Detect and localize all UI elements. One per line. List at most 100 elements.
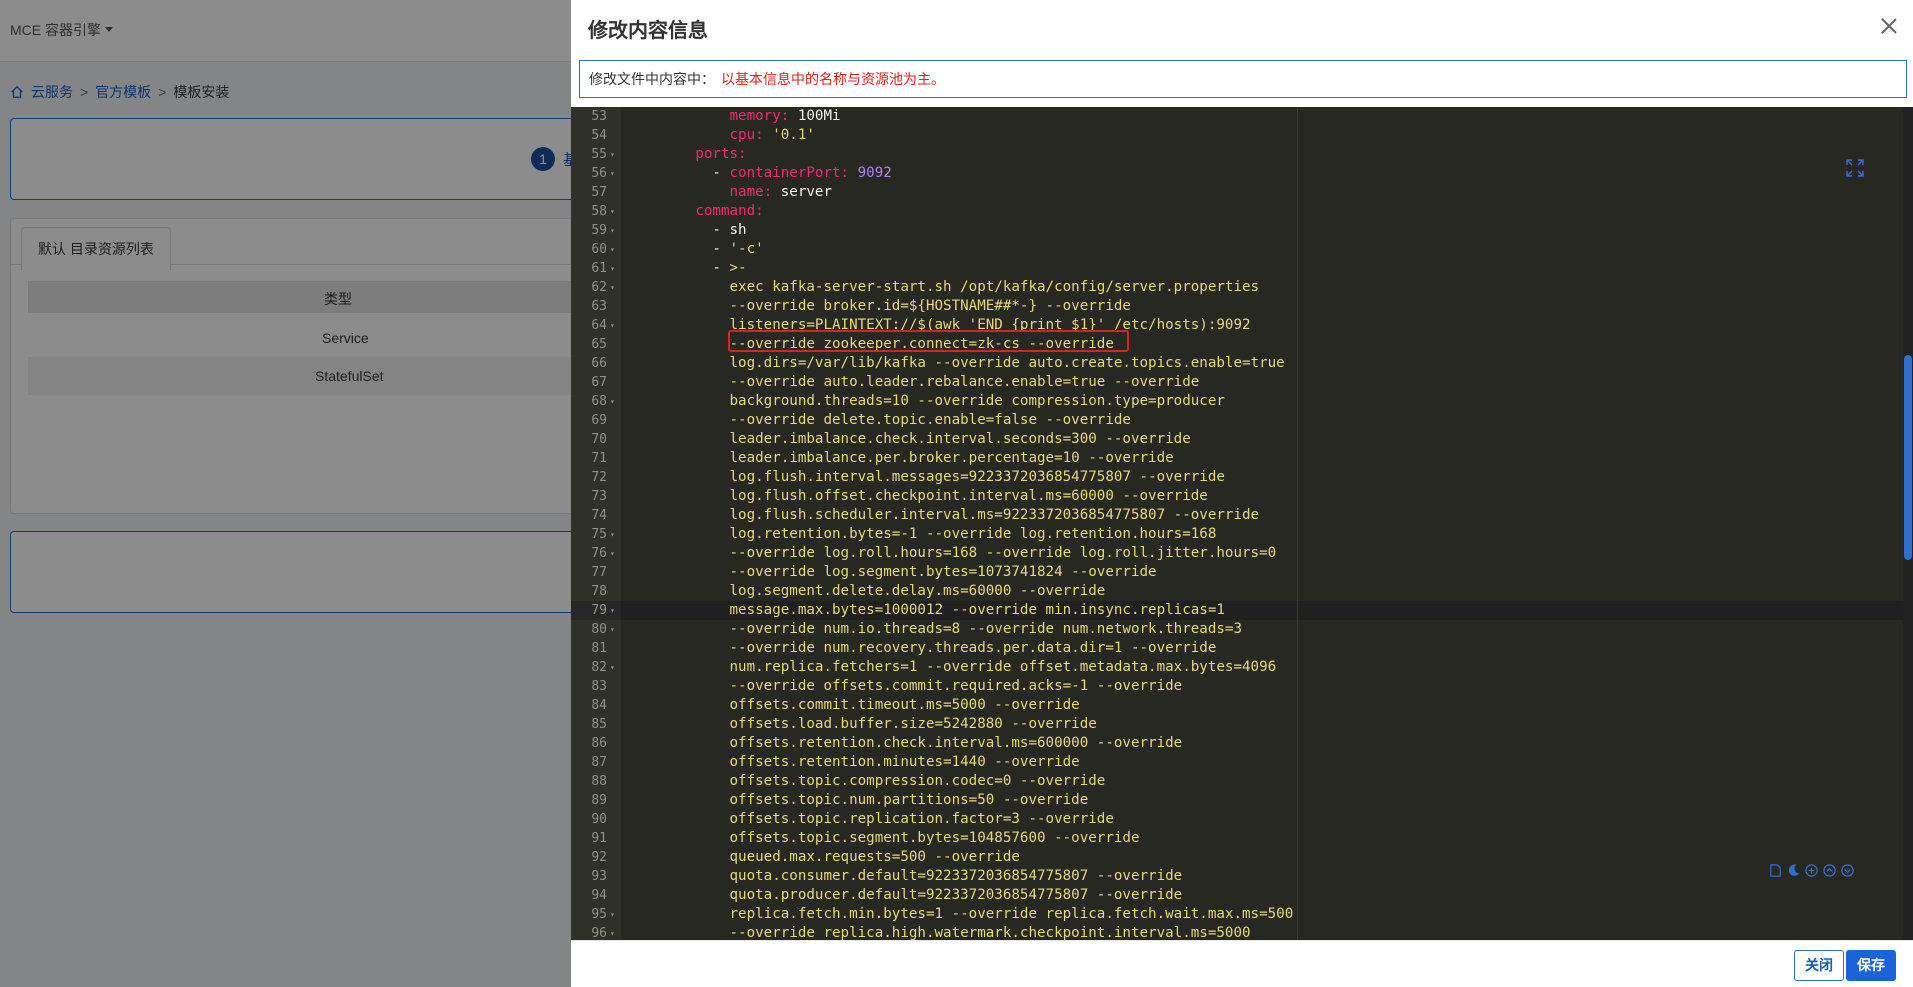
code-line[interactable]: 59 ▾ - sh (571, 221, 1913, 240)
code-line[interactable]: 84 offsets.commit.timeout.ms=5000 --over… (571, 696, 1913, 715)
scroll-up-icon[interactable] (1822, 863, 1837, 878)
fold-arrow-icon[interactable]: ▾ (610, 392, 618, 411)
close-icon[interactable] (1879, 16, 1899, 36)
fold-arrow-icon[interactable]: ▾ (610, 259, 618, 278)
moon-icon[interactable] (1786, 863, 1801, 878)
code-token: --override offsets.commit.required.acks=… (729, 678, 1183, 694)
code-line[interactable]: 56 ▾ - containerPort: 9092 (571, 164, 1913, 183)
code-line[interactable]: 53 memory: 100Mi (571, 107, 1913, 126)
fold-arrow-icon[interactable]: ▾ (610, 924, 618, 940)
code-line[interactable]: 76 ▾ --override log.roll.hours=168 --over… (571, 544, 1913, 563)
line-number: 95 (591, 907, 607, 922)
code-line[interactable]: 87 offsets.retention.minutes=1440 --over… (571, 753, 1913, 772)
code-text: --override log.segment.bytes=1073741824 … (627, 563, 1157, 582)
line-number: 59 (591, 223, 607, 238)
fold-arrow-icon[interactable]: ▾ (610, 240, 618, 259)
code-line[interactable]: 94 quota.producer.default=92233720368547… (571, 886, 1913, 905)
code-line[interactable]: 82 ▾ num.replica.fetchers=1 --override of… (571, 658, 1913, 677)
close-button[interactable]: 关闭 (1794, 950, 1844, 981)
fold-arrow-icon[interactable]: ▾ (610, 525, 618, 544)
edit-content-drawer: 修改内容信息 修改文件中内容中： 以基本信息中的名称与资源池为主。 53 memo… (571, 0, 1913, 987)
code-line[interactable]: 95 ▾ replica.fetch.min.bytes=1 --override… (571, 905, 1913, 924)
editor-scrollbar-thumb[interactable] (1904, 355, 1912, 560)
code-line[interactable]: 74 log.flush.scheduler.interval.ms=92233… (571, 506, 1913, 525)
code-line[interactable]: 75 ▾ log.retention.bytes=-1 --override lo… (571, 525, 1913, 544)
code-line[interactable]: 62 ▾ exec kafka-server-start.sh /opt/kafk… (571, 278, 1913, 297)
fold-arrow-icon[interactable]: ▾ (610, 202, 618, 221)
code-line[interactable]: 91 offsets.topic.segment.bytes=104857600… (571, 829, 1913, 848)
code-line[interactable]: 57 name: server (571, 183, 1913, 202)
fold-arrow-icon[interactable]: ▾ (610, 164, 618, 183)
scroll-down-icon[interactable] (1840, 863, 1855, 878)
fold-arrow-icon[interactable]: ▾ (610, 145, 618, 164)
code-line[interactable]: 78 log.segment.delete.delay.ms=60000 --o… (571, 582, 1913, 601)
yaml-code-editor[interactable]: 53 memory: 100Mi 54 cpu: '0.1' 55 ▾ ports: 5… (571, 107, 1913, 940)
annotation-highlight-box (728, 330, 1129, 352)
code-line[interactable]: 70 leader.imbalance.check.interval.secon… (571, 430, 1913, 449)
code-line[interactable]: 73 log.flush.offset.checkpoint.interval.… (571, 487, 1913, 506)
line-number: 73 (591, 489, 607, 504)
fold-arrow-icon[interactable]: ▾ (610, 278, 618, 297)
fold-arrow-icon[interactable]: ▾ (610, 601, 618, 620)
code-line[interactable]: 63 --override broker.id=${HOSTNAME##*-} … (571, 297, 1913, 316)
code-line[interactable]: 79 ▾ message.max.bytes=1000012 --override… (571, 601, 1913, 620)
code-text: message.max.bytes=1000012 --override min… (627, 601, 1225, 620)
code-text: log.flush.offset.checkpoint.interval.ms=… (627, 487, 1208, 506)
code-line[interactable]: 81 --override num.recovery.threads.per.d… (571, 639, 1913, 658)
notice-banner: 修改文件中内容中： 以基本信息中的名称与资源池为主。 (579, 60, 1907, 98)
code-line[interactable]: 61 ▾ - >- (571, 259, 1913, 278)
fold-arrow-icon[interactable]: ▾ (610, 905, 618, 924)
code-line[interactable]: 72 log.flush.interval.messages=922337203… (571, 468, 1913, 487)
code-line[interactable]: 86 offsets.retention.check.interval.ms=6… (571, 734, 1913, 753)
code-token: server (772, 184, 833, 200)
code-token: log.segment.delete.delay.ms=60000 --over… (729, 583, 1106, 599)
fold-arrow-icon[interactable]: ▾ (610, 316, 618, 335)
code-token: '0.1' (772, 127, 815, 143)
code-line[interactable]: 90 offsets.topic.replication.factor=3 --… (571, 810, 1913, 829)
code-lines[interactable]: 53 memory: 100Mi 54 cpu: '0.1' 55 ▾ ports: 5… (571, 107, 1913, 940)
code-line[interactable]: 68 ▾ background.threads=10 --override com… (571, 392, 1913, 411)
fold-arrow-icon[interactable]: ▾ (610, 620, 618, 639)
line-number: 96 (591, 926, 607, 940)
code-line[interactable]: 77 --override log.segment.bytes=10737418… (571, 563, 1913, 582)
code-line[interactable]: 55 ▾ ports: (571, 145, 1913, 164)
code-line[interactable]: 83 --override offsets.commit.required.ac… (571, 677, 1913, 696)
code-line[interactable]: 92 queued.max.requests=500 --override (571, 848, 1913, 867)
code-line[interactable]: 69 --override delete.topic.enable=false … (571, 411, 1913, 430)
fold-arrow-icon[interactable]: ▾ (610, 544, 618, 563)
fold-arrow-icon[interactable]: ▾ (610, 221, 618, 240)
code-line[interactable]: 71 leader.imbalance.per.broker.percentag… (571, 449, 1913, 468)
code-line[interactable]: 58 ▾ command: (571, 202, 1913, 221)
save-button[interactable]: 保存 (1846, 950, 1896, 981)
code-line[interactable]: 96 ▾ --override replica.high.watermark.ch… (571, 924, 1913, 940)
code-line[interactable]: 60 ▾ - '-c' (571, 240, 1913, 259)
file-icon[interactable] (1768, 863, 1783, 878)
expand-icon[interactable] (1846, 159, 1864, 177)
line-number: 56 (591, 166, 607, 181)
code-line[interactable]: 89 offsets.topic.num.partitions=50 --ove… (571, 791, 1913, 810)
line-number: 89 (591, 793, 607, 808)
code-line[interactable]: 66 log.dirs=/var/lib/kafka --override au… (571, 354, 1913, 373)
code-line[interactable]: 93 quota.consumer.default=92233720368547… (571, 867, 1913, 886)
code-line[interactable]: 85 offsets.load.buffer.size=5242880 --ov… (571, 715, 1913, 734)
code-text: --override log.roll.hours=168 --override… (627, 544, 1277, 563)
code-line[interactable]: 80 ▾ --override num.io.threads=8 --overri… (571, 620, 1913, 639)
line-number: 93 (591, 869, 607, 884)
code-text: offsets.commit.timeout.ms=5000 --overrid… (627, 696, 1080, 715)
code-text: --override num.io.threads=8 --override n… (627, 620, 1243, 639)
settings-icon[interactable] (1804, 863, 1819, 878)
code-text: --override delete.topic.enable=false --o… (627, 411, 1131, 430)
code-line[interactable]: 67 --override auto.leader.rebalance.enab… (571, 373, 1913, 392)
fold-arrow-icon[interactable]: ▾ (610, 658, 618, 677)
code-line[interactable]: 88 offsets.topic.compression.codec=0 --o… (571, 772, 1913, 791)
code-line[interactable]: 54 cpu: '0.1' (571, 126, 1913, 145)
